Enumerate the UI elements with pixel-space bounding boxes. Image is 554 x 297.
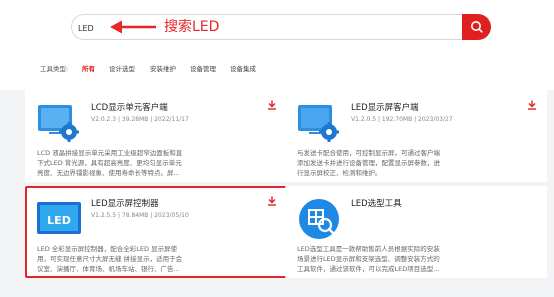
filter-item-all[interactable]: 所有 bbox=[82, 62, 95, 76]
filter-item-integration[interactable]: 设备集成 bbox=[230, 62, 256, 76]
tool-card[interactable]: LED选型工具 LED选型工具是一款帮助售前人员根据实际的安装 场景进行LED显示… bbox=[285, 186, 547, 278]
filter-label: 工具类型: bbox=[40, 65, 69, 73]
card-description: 与发送卡配合使用，可控制显示屏。可通过客户端 添加发送卡并进行设备管理，配置显示屏… bbox=[297, 149, 440, 177]
card-description: LED 全彩显示屏控制器，配合全彩LED 显示屏使 用，可实现任意尺寸大屏无缝 拼… bbox=[37, 245, 183, 273]
search-button[interactable] bbox=[462, 14, 491, 40]
tool-card-highlighted[interactable]: LED LED显示屏控制器 V1.2.5.5 | 78.84MB | 2023/… bbox=[25, 186, 287, 278]
led-controller-app-icon: LED bbox=[37, 202, 81, 234]
download-icon[interactable] bbox=[267, 100, 277, 110]
filter-item-device-mgmt[interactable]: 设备管理 bbox=[190, 62, 216, 76]
arrow-left-icon bbox=[110, 20, 156, 34]
annotation-text: 搜索LED bbox=[164, 19, 220, 35]
svg-text:LCD: LCD bbox=[43, 136, 53, 142]
card-meta: V2.0.2.3 | 39.28MB | 2022/11/17 bbox=[91, 116, 189, 123]
lcd-app-icon: LCD bbox=[38, 105, 79, 142]
card-title[interactable]: LED显示屏控制器 bbox=[91, 197, 159, 209]
svg-text:LED: LED bbox=[47, 214, 71, 227]
search-icon bbox=[471, 21, 483, 33]
card-title[interactable]: LED显示屏客户端 bbox=[351, 101, 419, 113]
led-selection-app-icon bbox=[299, 199, 339, 239]
card-meta: V1.2.0.5 | 192.70MB | 2023/03/27 bbox=[351, 116, 453, 123]
led-client-app-icon bbox=[298, 105, 339, 142]
card-title[interactable]: LED选型工具 bbox=[351, 197, 402, 209]
tool-card[interactable]: LED显示屏客户端 V1.2.0.5 | 192.70MB | 2023/03/… bbox=[285, 90, 547, 182]
card-description: LED选型工具是一款帮助售前人员根据实际的安装 场景进行LED显示屏和支架选型、调… bbox=[297, 245, 440, 273]
card-meta: V1.2.5.5 | 78.84MB | 2023/05/10 bbox=[91, 212, 189, 219]
download-icon[interactable] bbox=[267, 196, 277, 206]
download-icon[interactable] bbox=[527, 100, 537, 110]
filter-item-design[interactable]: 设计选型 bbox=[109, 62, 135, 76]
card-description: LCD 液晶拼接显示单元采用工业级超窄边面板和直 下式LED 背光源，具有超高亮度… bbox=[37, 149, 183, 177]
filter-item-install[interactable]: 安装维护 bbox=[150, 62, 176, 76]
tool-card[interactable]: LCD LCD显示单元客户端 V2.0.2.3 | 39.28MB | 2022… bbox=[25, 90, 287, 182]
card-title[interactable]: LCD显示单元客户端 bbox=[91, 101, 168, 113]
